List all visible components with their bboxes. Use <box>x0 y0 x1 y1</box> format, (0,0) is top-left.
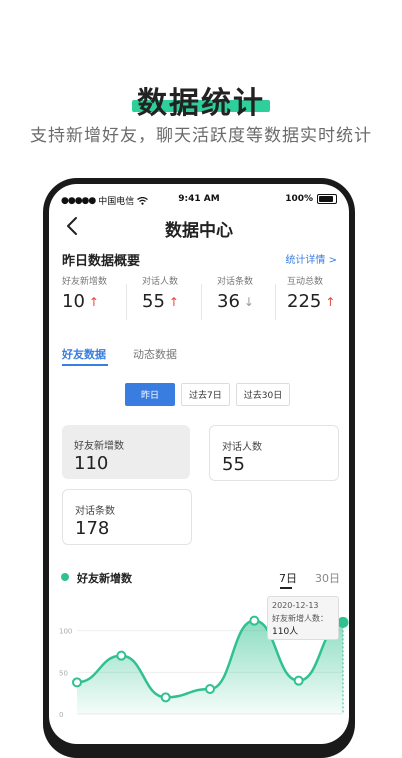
segment-past-7-days[interactable]: 过去7日 <box>181 383 230 406</box>
tooltip-date: 2020-12-13 <box>272 601 319 610</box>
battery-icon <box>317 194 337 204</box>
battery-percent: 100% <box>285 194 313 204</box>
stat-label: 好友新增数 <box>62 277 108 287</box>
trend-up-icon: ↑ <box>325 294 336 309</box>
data-point[interactable] <box>72 677 82 688</box>
divider <box>275 284 276 320</box>
page-title: 数据中心 <box>165 221 233 241</box>
hero-subtitle: 支持新增好友，聊天活跃度等数据实时统计 <box>30 126 372 146</box>
tab-activity-data[interactable]: 动态数据 <box>133 346 177 362</box>
y-tick-label: 100 <box>59 628 72 636</box>
data-point[interactable] <box>249 615 260 626</box>
tooltip-value: 110人 <box>272 627 299 637</box>
metric-card-chat-messages[interactable]: 对话条数 178 <box>62 489 192 545</box>
stat-value: 225 <box>287 291 322 312</box>
data-point-highlighted[interactable] <box>337 616 349 628</box>
range-active-indicator <box>280 587 292 589</box>
card-value: 55 <box>222 454 245 475</box>
nav-bar: 数据中心 <box>49 212 349 242</box>
data-point[interactable] <box>205 684 215 694</box>
overview-stats: 好友新增数 10 ↑ 对话人数 55 ↑ 对话条数 36 ↓ 互动总数 225 ↑ <box>49 274 349 324</box>
y-tick-label: 0 <box>59 711 63 719</box>
stat-new-friends: 好友新增数 10 ↑ <box>62 274 132 312</box>
data-point[interactable] <box>116 650 127 661</box>
trend-down-icon: ↓ <box>243 294 254 309</box>
divider <box>201 284 202 320</box>
segment-past-30-days[interactable]: 过去30日 <box>235 383 291 406</box>
legend-dot-icon <box>61 573 69 581</box>
chart-tooltip: 2020-12-13 好友新增人数： 110人 <box>267 596 339 640</box>
segment-yesterday[interactable]: 昨日 <box>125 383 176 406</box>
data-point[interactable] <box>293 675 304 686</box>
status-bar: ●●●●● 中国电信 9:41 AM 100% <box>49 192 349 208</box>
hero-title: 数据统计 <box>137 86 265 121</box>
tab-friend-data[interactable]: 好友数据 <box>62 346 106 362</box>
y-tick-label: 50 <box>59 669 68 677</box>
date-range-segment: 昨日 过去7日 过去30日 <box>125 383 291 406</box>
card-value: 110 <box>74 453 109 474</box>
metric-card-chat-users[interactable]: 对话人数 55 <box>209 425 339 481</box>
stat-label: 对话条数 <box>217 277 254 287</box>
chart-header: 好友新增数 7日 30日 <box>49 568 349 589</box>
metric-card-new-friends[interactable]: 好友新增数 110 <box>62 425 190 479</box>
data-point[interactable] <box>160 692 171 703</box>
stat-interactions: 互动总数 225 ↑ <box>287 274 349 312</box>
stat-label: 互动总数 <box>287 277 324 287</box>
card-label: 好友新增数 <box>74 441 124 452</box>
stat-value: 55 <box>142 291 165 312</box>
trend-up-icon: ↑ <box>168 294 179 309</box>
stat-value: 10 <box>62 291 85 312</box>
tooltip-label: 好友新增人数： <box>272 614 328 623</box>
stat-value: 36 <box>217 291 240 312</box>
card-label: 对话条数 <box>75 506 115 517</box>
trend-up-icon: ↑ <box>88 294 99 309</box>
stat-chat-messages: 对话条数 36 ↓ <box>217 274 287 312</box>
phone-screen: ●●●●● 中国电信 9:41 AM 100% 数据中心 昨日数据概要 统计详情… <box>49 184 349 744</box>
card-label: 对话人数 <box>222 442 262 453</box>
overview-title: 昨日数据概要 <box>62 254 141 269</box>
tab-active-indicator <box>62 364 108 366</box>
chart-title: 好友新增数 <box>77 572 132 585</box>
divider <box>126 284 127 320</box>
stats-detail-link[interactable]: 统计详情 > <box>285 251 337 266</box>
range-7-days[interactable]: 7日 <box>279 570 297 586</box>
range-30-days[interactable]: 30日 <box>315 570 340 586</box>
card-value: 178 <box>75 518 110 539</box>
